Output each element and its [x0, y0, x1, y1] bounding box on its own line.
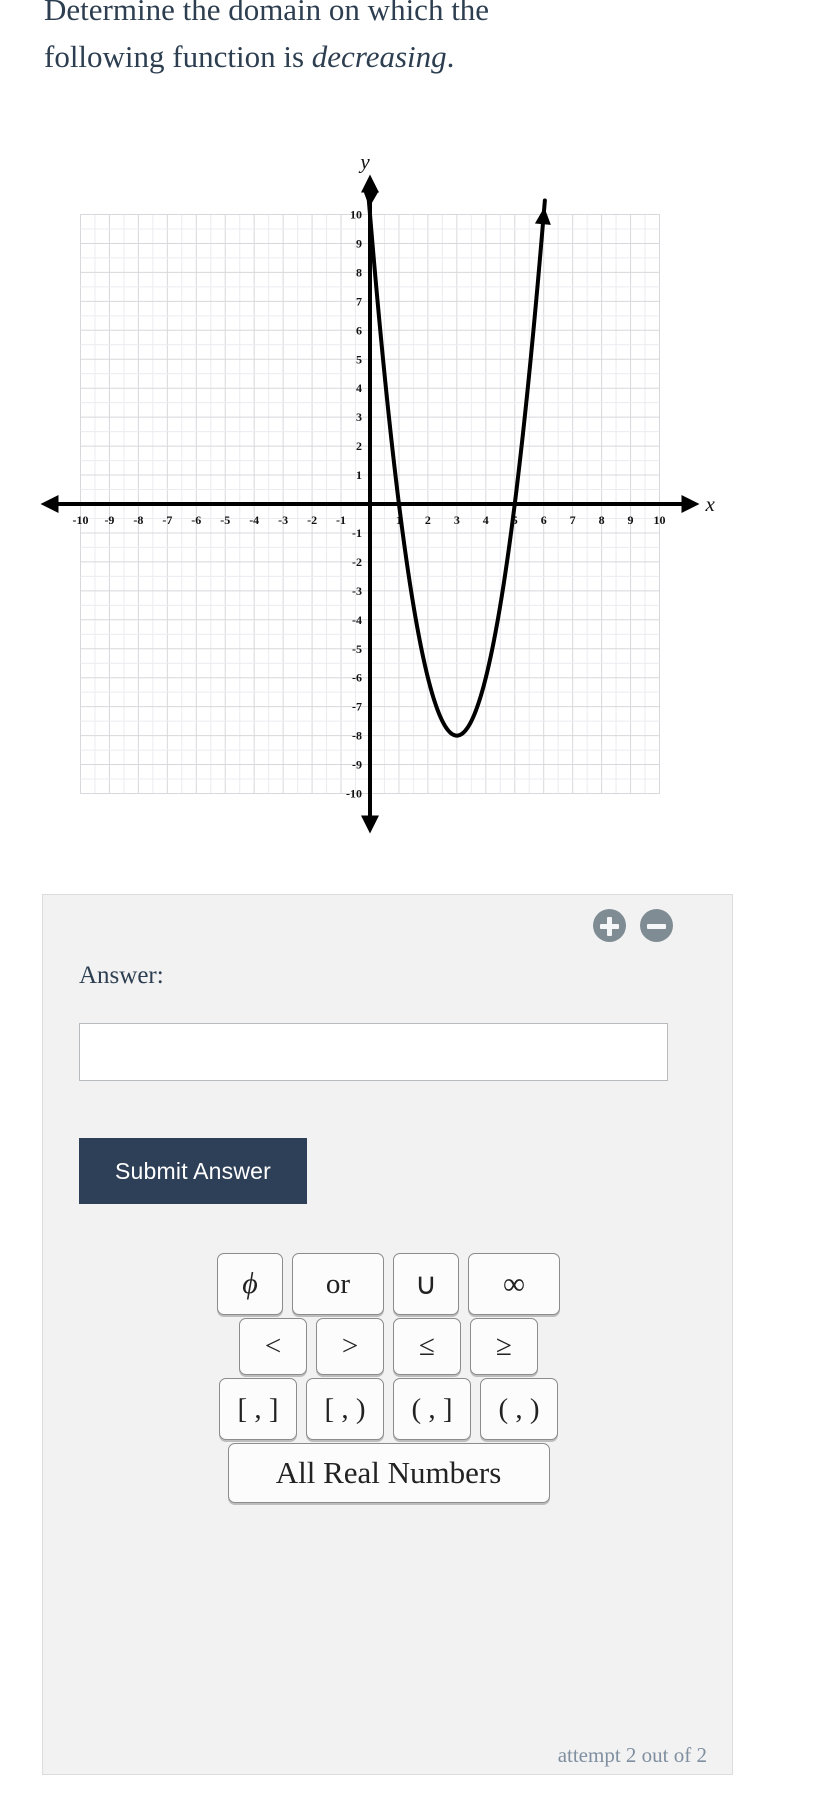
svg-text:6: 6 — [356, 323, 362, 337]
svg-text:2: 2 — [425, 513, 431, 527]
keypad-row-1: ϕ or ∪ ∞ — [43, 1253, 734, 1315]
key-all-real-numbers[interactable]: All Real Numbers — [227, 1443, 550, 1503]
key-open-closed-interval[interactable]: ( , ] — [393, 1378, 471, 1440]
svg-text:-6: -6 — [352, 671, 362, 685]
svg-text:10: 10 — [654, 513, 666, 527]
svg-text:-10: -10 — [346, 787, 362, 801]
svg-text:-5: -5 — [352, 642, 362, 656]
keypad-row-3: [ , ] [ , ) ( , ] ( , ) — [43, 1378, 734, 1440]
answer-label: Answer: — [79, 962, 164, 989]
svg-text:-6: -6 — [191, 513, 201, 527]
svg-text:-5: -5 — [220, 513, 230, 527]
plus-circle-icon[interactable] — [593, 909, 626, 942]
svg-text:y: y — [358, 155, 370, 174]
key-less-than[interactable]: < — [239, 1318, 307, 1375]
question-line-2-suffix: . — [446, 39, 455, 74]
math-keypad: ϕ or ∪ ∞ < > ≤ ≥ [ , ] [ , ) ( , ] ( , )… — [43, 1253, 734, 1506]
graph-axes — [40, 174, 700, 834]
svg-text:3: 3 — [454, 513, 460, 527]
svg-text:10: 10 — [350, 208, 362, 222]
svg-text:-2: -2 — [307, 513, 317, 527]
question-line-2-prefix: following function is — [44, 39, 312, 74]
graph-svg: -10 -9 -8 -7 -6 -5 -4 -3 -2 -1 1 2 3 4 5 6 7 8 9 1010987654… — [40, 155, 716, 834]
svg-text:-9: -9 — [104, 513, 114, 527]
key-open-interval[interactable]: ( , ) — [480, 1378, 558, 1440]
svg-text:-8: -8 — [133, 513, 143, 527]
key-greater-than[interactable]: > — [316, 1318, 384, 1375]
key-union[interactable]: ∪ — [393, 1253, 459, 1315]
svg-text:7: 7 — [356, 294, 362, 308]
svg-text:-10: -10 — [73, 513, 89, 527]
coordinate-plane-graph: -10 -9 -8 -7 -6 -5 -4 -3 -2 -1 1 2 3 4 5 6 7 8 9 10 10 9 8 7 6 5 4… — [0, 155, 835, 845]
svg-text:-7: -7 — [352, 700, 362, 714]
key-infinity[interactable]: ∞ — [468, 1253, 560, 1315]
graph-axis-names: xy — [358, 155, 715, 516]
svg-text:4: 4 — [483, 513, 489, 527]
key-or[interactable]: or — [292, 1253, 384, 1315]
svg-text:5: 5 — [356, 352, 362, 366]
svg-text:2: 2 — [356, 439, 362, 453]
svg-text:3: 3 — [356, 410, 362, 424]
submit-answer-button[interactable]: Submit Answer — [79, 1138, 307, 1204]
svg-text:6: 6 — [541, 513, 547, 527]
svg-text:x: x — [705, 492, 716, 516]
key-greater-than-or-equal[interactable]: ≥ — [470, 1318, 538, 1375]
svg-text:9: 9 — [628, 513, 634, 527]
svg-text:8: 8 — [356, 265, 362, 279]
minus-circle-icon[interactable] — [640, 909, 673, 942]
question-emphasis-decreasing: decreasing — [311, 39, 447, 74]
question-line-2: following function is decreasing. — [44, 33, 744, 80]
question-prompt: Determine the domain on which the follow… — [44, 0, 744, 80]
svg-text:-3: -3 — [352, 584, 362, 598]
svg-text:-9: -9 — [352, 758, 362, 772]
svg-text:7: 7 — [570, 513, 576, 527]
answer-panel: Answer: Submit Answer ϕ or ∪ ∞ < > ≤ ≥ [… — [42, 894, 733, 1775]
key-closed-open-interval[interactable]: [ , ) — [306, 1378, 384, 1440]
answer-input[interactable] — [79, 1023, 668, 1081]
svg-text:-1: -1 — [336, 513, 346, 527]
key-empty-set[interactable]: ϕ — [217, 1253, 283, 1315]
svg-text:-7: -7 — [162, 513, 172, 527]
svg-text:-8: -8 — [352, 729, 362, 743]
svg-text:8: 8 — [599, 513, 605, 527]
svg-text:1: 1 — [356, 468, 362, 482]
svg-text:-4: -4 — [249, 513, 259, 527]
minus-bar-horizontal — [647, 923, 666, 929]
svg-text:-1: -1 — [352, 526, 362, 540]
key-closed-interval[interactable]: [ , ] — [219, 1378, 297, 1440]
svg-text:4: 4 — [356, 381, 362, 395]
keypad-row-4: All Real Numbers — [43, 1443, 734, 1503]
svg-text:-4: -4 — [352, 613, 362, 627]
svg-text:9: 9 — [356, 236, 362, 250]
plus-bar-vertical — [607, 916, 612, 936]
svg-text:-2: -2 — [352, 555, 362, 569]
key-less-than-or-equal[interactable]: ≤ — [393, 1318, 461, 1375]
attempt-counter: attempt 2 out of 2 — [557, 1743, 707, 1767]
question-line-1: Determine the domain on which the — [44, 0, 490, 27]
keypad-row-2: < > ≤ ≥ — [43, 1318, 734, 1375]
svg-text:-3: -3 — [278, 513, 288, 527]
